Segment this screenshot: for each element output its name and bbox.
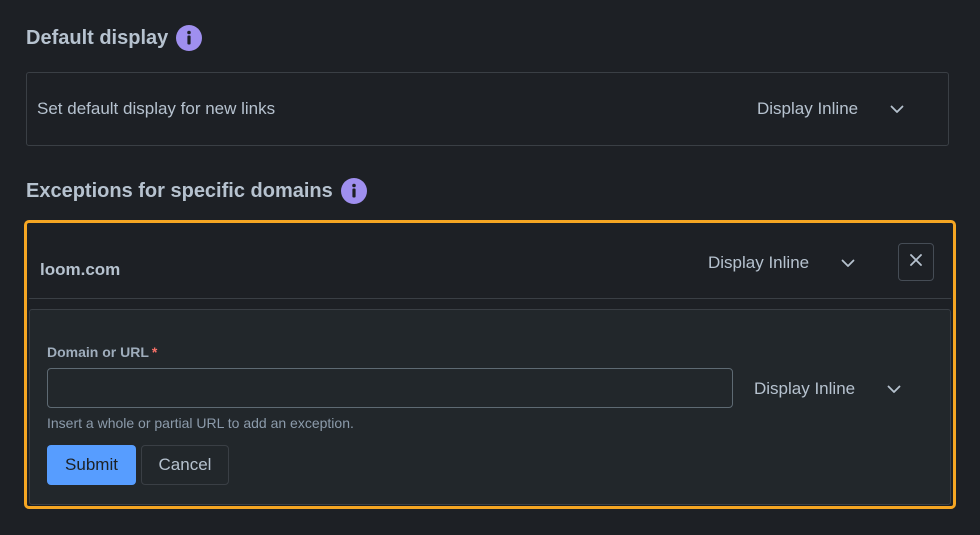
default-display-label: Set default display for new links xyxy=(37,99,276,118)
exceptions-heading: Exceptions for specific domains xyxy=(26,178,367,204)
default-display-select[interactable]: Display Inline xyxy=(757,99,904,119)
add-exception-form: Domain or URL * Display Inline Insert a w… xyxy=(29,309,951,505)
exceptions-container: loom.com Display Inline Domain or URL * D… xyxy=(24,220,956,509)
exception-domain: loom.com xyxy=(40,260,121,279)
info-icon[interactable] xyxy=(340,178,367,204)
submit-button[interactable]: Submit xyxy=(47,445,136,485)
domain-field-label: Domain or URL * xyxy=(47,344,157,360)
remove-exception-button[interactable] xyxy=(898,243,934,281)
chevron-down-icon xyxy=(890,105,904,114)
exceptions-title: Exceptions for specific domains xyxy=(26,179,333,202)
default-display-heading: Default display xyxy=(26,25,203,51)
exception-row: loom.com Display Inline xyxy=(29,225,951,299)
exception-display-select-value: Display Inline xyxy=(708,253,810,272)
new-exception-display-select[interactable]: Display Inline xyxy=(754,379,901,399)
chevron-down-icon xyxy=(841,259,855,268)
default-display-select-value: Display Inline xyxy=(757,99,859,118)
new-exception-display-select-value: Display Inline xyxy=(754,379,856,398)
default-display-title: Default display xyxy=(26,26,169,49)
cancel-button[interactable]: Cancel xyxy=(141,445,229,485)
domain-url-input[interactable] xyxy=(47,368,733,408)
required-marker: * xyxy=(151,344,158,360)
helper-text: Insert a whole or partial URL to add an … xyxy=(47,415,354,431)
info-icon[interactable] xyxy=(176,25,203,51)
default-display-panel: Set default display for new links Displa… xyxy=(26,72,949,146)
domain-field-label-text: Domain or URL xyxy=(47,344,149,360)
exception-display-select[interactable]: Display Inline xyxy=(708,253,855,273)
close-icon xyxy=(909,253,923,272)
chevron-down-icon xyxy=(887,385,901,394)
link-display-settings: Default display Set default display for … xyxy=(0,0,980,535)
